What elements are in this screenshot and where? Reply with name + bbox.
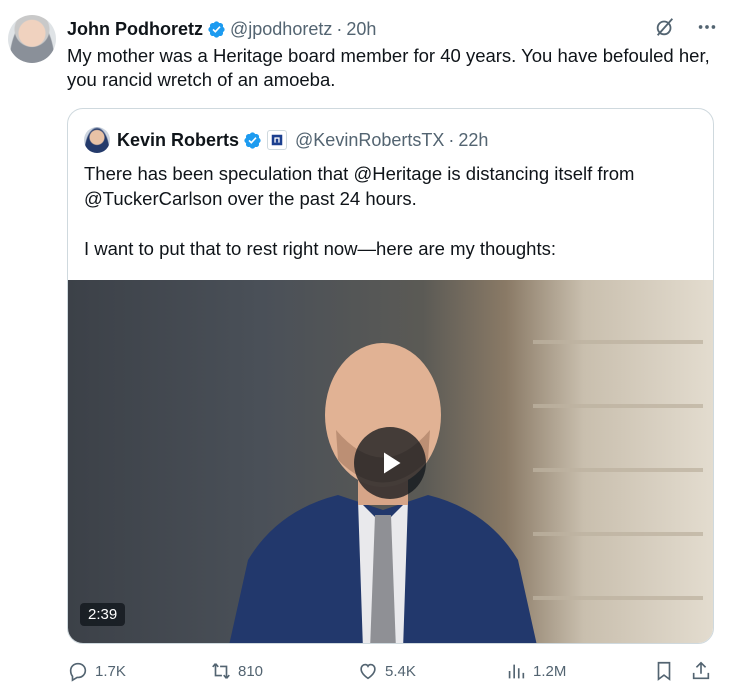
quoted-tweet[interactable]: Kevin Roberts @KevinRobertsTX · 22h Ther…: [67, 108, 714, 644]
repost-count: 810: [238, 662, 264, 680]
bookmark-button[interactable]: [653, 656, 681, 686]
reply-icon: [69, 662, 87, 682]
author-handle[interactable]: @jpodhoretz: [230, 19, 332, 40]
analytics-icon: [508, 664, 525, 679]
share-button[interactable]: [690, 656, 718, 686]
tweet-top-actions: [654, 16, 718, 38]
more-options-icon[interactable]: [696, 16, 718, 38]
play-button[interactable]: [354, 427, 426, 499]
video-duration: 2:39: [80, 603, 126, 626]
reply-button[interactable]: 1.7K: [67, 656, 126, 686]
quoted-author-avatar[interactable]: [84, 127, 110, 153]
tweet-actions-bar: 1.7K 810 5.4K 1.2M: [67, 656, 722, 686]
heart-icon: [360, 663, 376, 680]
share-icon: [692, 661, 710, 680]
verified-badge-icon[interactable]: [243, 131, 262, 150]
affiliation-badge-icon[interactable]: [267, 130, 288, 150]
like-count: 5.4K: [385, 662, 416, 680]
background-shelves: [533, 280, 703, 643]
tweet-timestamp[interactable]: 20h: [346, 19, 376, 40]
quoted-author-handle[interactable]: @KevinRobertsTX: [295, 130, 444, 151]
video-player[interactable]: 2:39: [68, 280, 713, 643]
author-avatar[interactable]: [8, 15, 56, 63]
quoted-tweet-text: There has been speculation that @Heritag…: [84, 161, 694, 261]
like-button[interactable]: 5.4K: [357, 656, 416, 686]
bookmark-icon: [657, 661, 671, 681]
quoted-paragraph: There has been speculation that @Heritag…: [84, 163, 635, 209]
views-button[interactable]: 1.2M: [505, 656, 566, 686]
author-name[interactable]: John Podhoretz: [67, 19, 203, 40]
separator-dot: ·: [336, 18, 343, 39]
repost-icon: [212, 663, 230, 679]
verified-badge-icon[interactable]: [207, 20, 226, 39]
quoted-paragraph: I want to put that to rest right now—her…: [84, 238, 556, 259]
grok-icon[interactable]: [654, 16, 676, 38]
quoted-author-name[interactable]: Kevin Roberts: [117, 130, 239, 151]
tweet-text: My mother was a Heritage board member fo…: [67, 45, 710, 90]
repost-button[interactable]: 810: [210, 656, 263, 686]
quoted-tweet-header: Kevin Roberts @KevinRobertsTX · 22h: [84, 127, 488, 153]
view-count: 1.2M: [533, 662, 567, 680]
tweet-header: John Podhoretz @jpodhoretz · 20h: [67, 17, 376, 41]
quoted-tweet-timestamp[interactable]: 22h: [458, 130, 488, 151]
reply-count: 1.7K: [95, 662, 126, 680]
separator-dot: ·: [448, 129, 455, 150]
